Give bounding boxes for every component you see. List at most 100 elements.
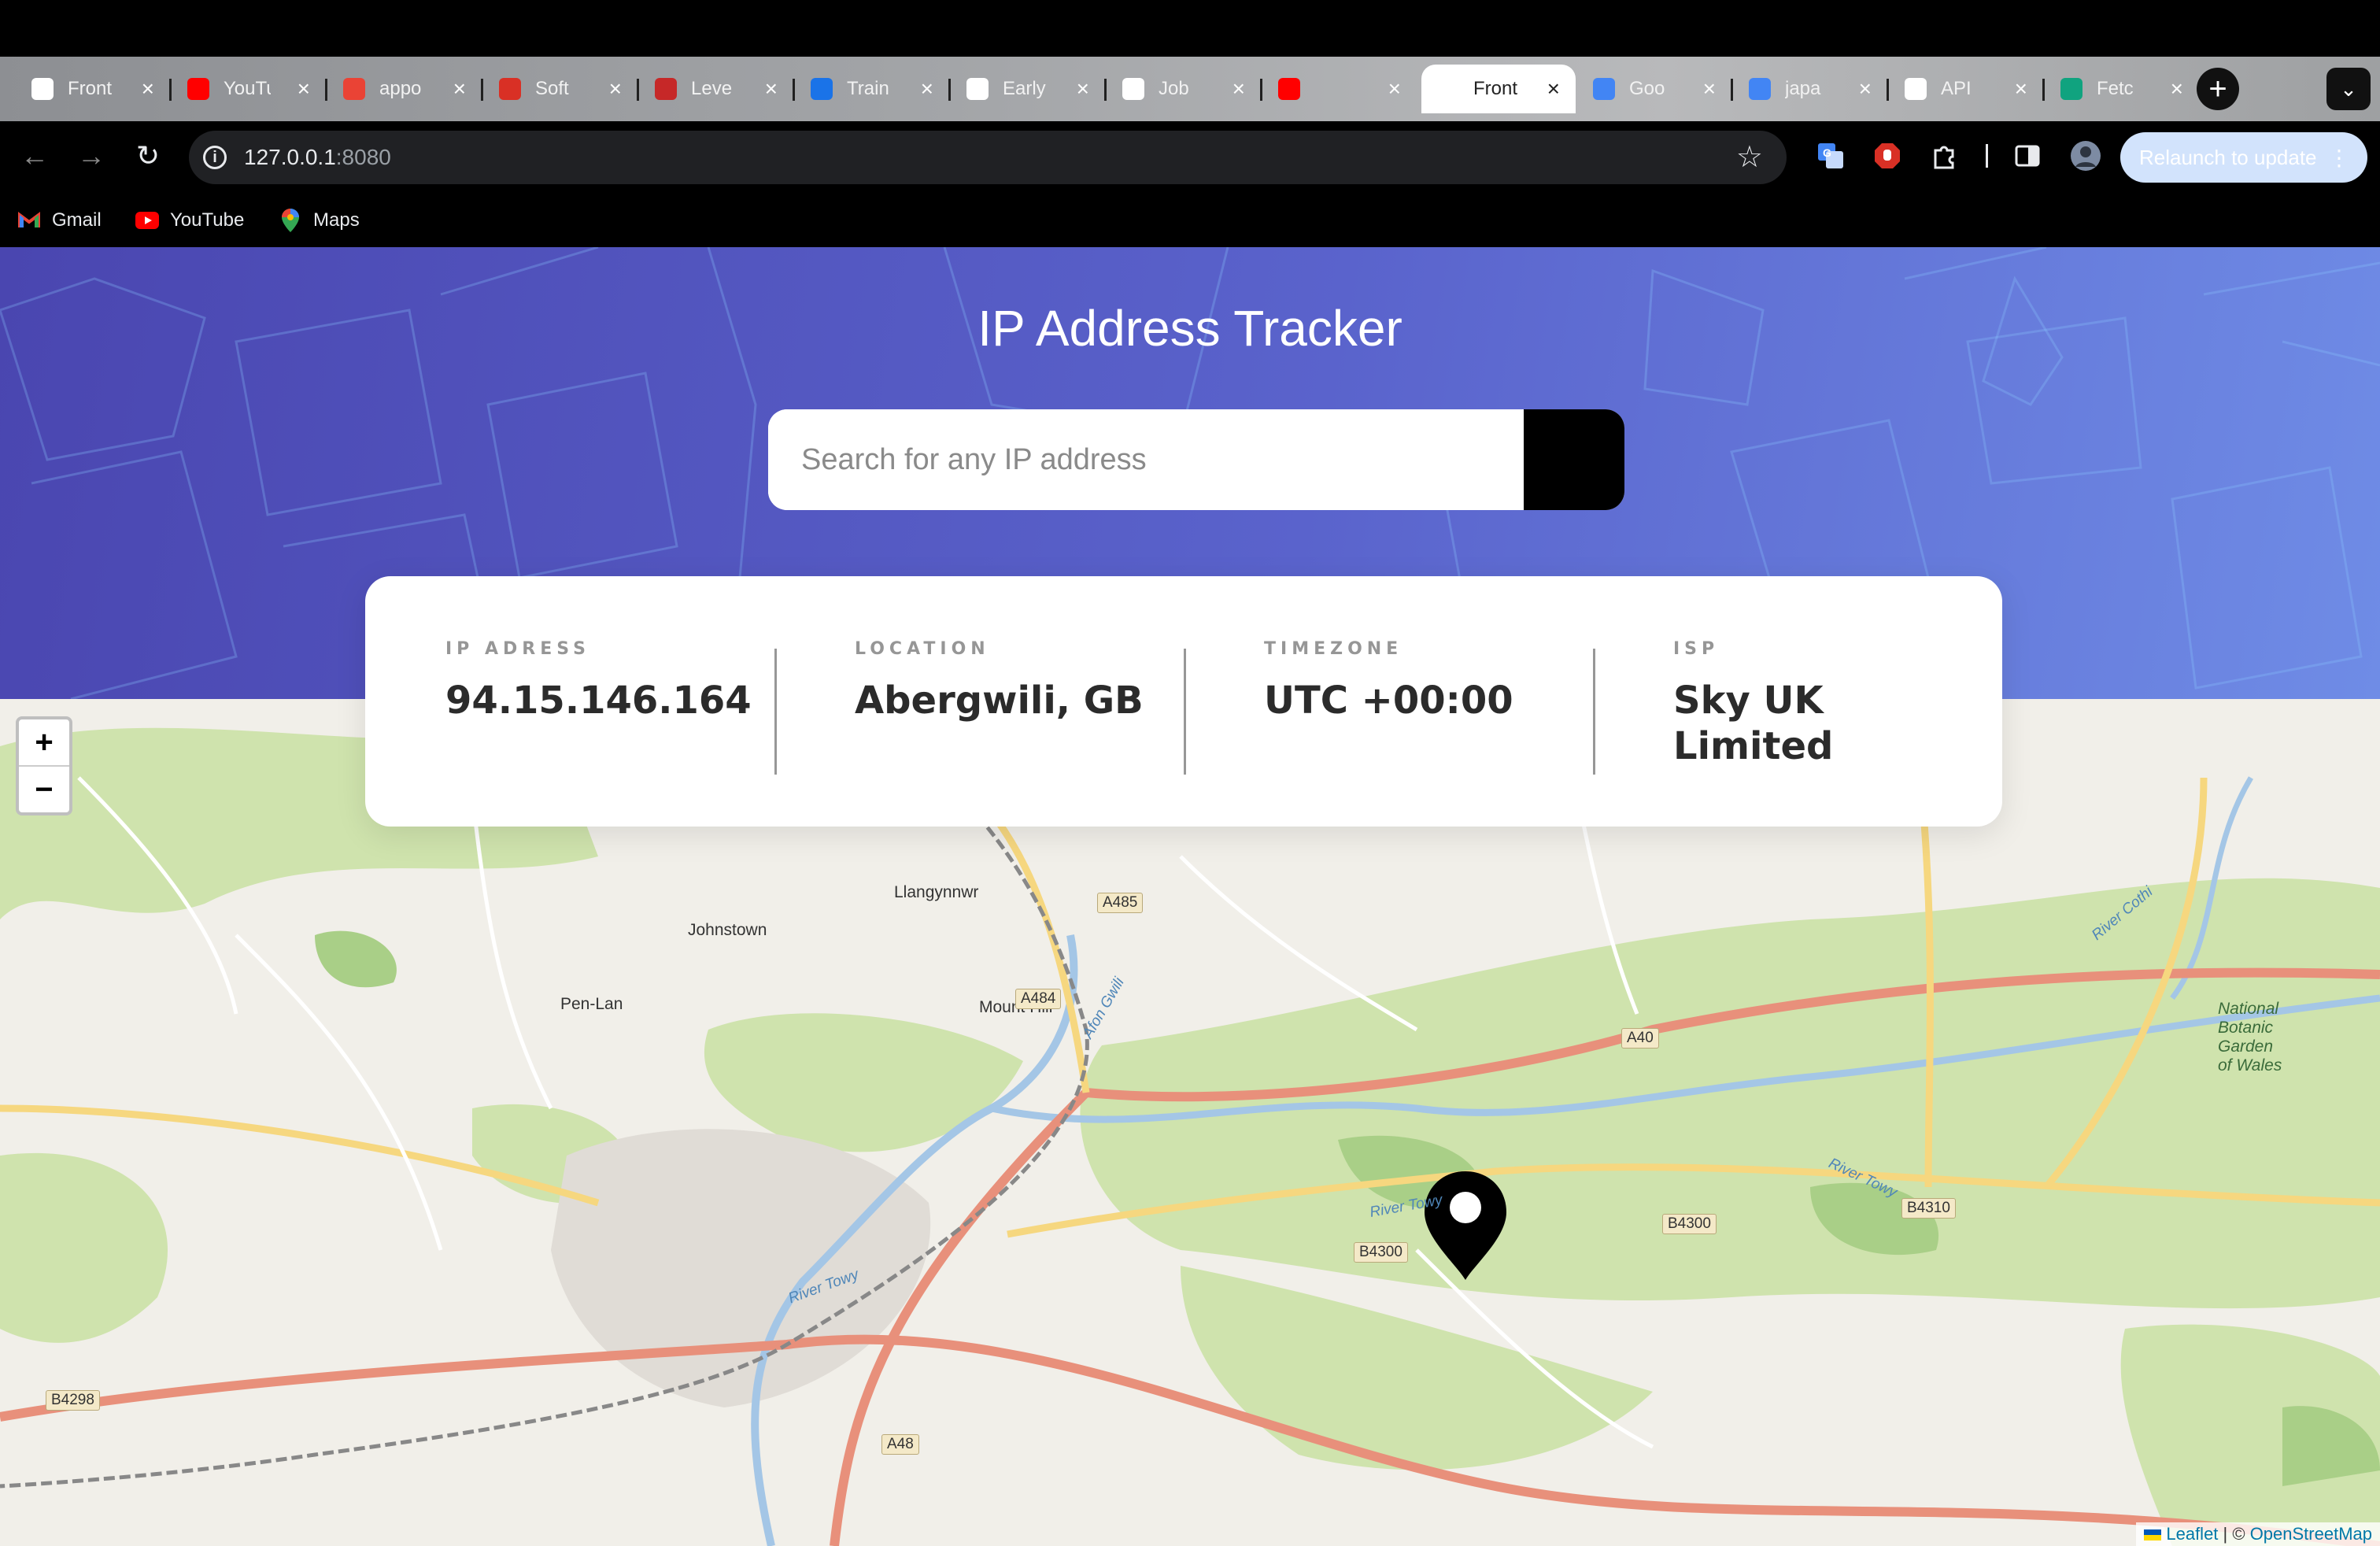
road-shield: A485 [1097, 893, 1144, 913]
tab[interactable]: Soft × [483, 65, 639, 113]
url-port: :8080 [335, 145, 391, 169]
bookmark-youtube[interactable]: YouTube [135, 206, 244, 235]
site-info-icon[interactable]: i [203, 146, 227, 169]
youtube-icon [135, 210, 159, 231]
search-submit-button[interactable] [771, 409, 1624, 510]
relaunch-label: Relaunch to update [2139, 145, 2317, 169]
ukraine-flag-icon [2144, 1529, 2162, 1541]
side-panel-icon[interactable] [2012, 140, 2043, 172]
bookmark-star-icon[interactable]: ☆ [1736, 142, 1763, 173]
stat-ip-address: IP ADRESS 94.15.146.164 [365, 576, 774, 827]
svg-text:G: G [1823, 146, 1831, 159]
back-button[interactable]: ← [17, 139, 52, 173]
plus-icon: + [2208, 71, 2227, 106]
bookmark-label: YouTube [170, 209, 245, 231]
close-tab-icon[interactable]: × [1232, 76, 1245, 102]
tab-title: API [1941, 78, 1972, 99]
tab-title: appo [379, 78, 422, 99]
stop-extension-icon[interactable] [1872, 140, 1903, 172]
close-tab-icon[interactable]: × [1077, 76, 1089, 102]
close-tab-icon[interactable]: × [2171, 76, 2183, 102]
road-shield: A484 [1015, 989, 1062, 1009]
close-tab-icon[interactable]: × [2015, 76, 2027, 102]
close-tab-icon[interactable]: × [1388, 76, 1401, 102]
road-shield: A48 [881, 1434, 919, 1455]
stat-value: Abergwili, GB [855, 679, 1144, 723]
address-bar[interactable]: i 127.0.0.1:8080 ☆ [189, 131, 1787, 184]
close-tab-icon[interactable]: × [1703, 76, 1716, 102]
road-shield: A40 [1621, 1028, 1659, 1049]
ip-search-input[interactable] [768, 409, 1524, 510]
new-tab-button[interactable]: + [2197, 68, 2239, 110]
more-menu-icon: ⋮ [2328, 145, 2350, 170]
tab-title: Front [1473, 78, 1518, 99]
stat-label: IP ADRESS [445, 639, 590, 659]
osm-link[interactable]: OpenStreetMap [2250, 1524, 2372, 1544]
close-tab-icon[interactable]: × [765, 76, 778, 102]
maps-pin-icon [279, 209, 302, 232]
chevron-right-icon [771, 410, 788, 437]
gmail-icon [343, 78, 365, 100]
toolbar-divider [1971, 140, 2002, 172]
close-tab-icon[interactable]: × [1547, 76, 1560, 102]
close-tab-icon[interactable]: × [921, 76, 933, 102]
tab[interactable]: API × [1889, 65, 2045, 113]
tab[interactable]: Front × [1421, 65, 1576, 113]
chevron-down-icon: ⌄ [2340, 76, 2357, 101]
tab[interactable]: Early × [951, 65, 1107, 113]
tab-title: japa [1785, 78, 1821, 99]
tab[interactable]: japa × [1733, 65, 1889, 113]
tab-search-button[interactable]: ⌄ [2326, 68, 2371, 110]
stat-label: LOCATION [855, 639, 990, 659]
bookmark-maps[interactable]: Maps [279, 206, 360, 235]
stat-value: 94.15.146.164 [445, 679, 752, 723]
tab[interactable]: Job × [1107, 65, 1262, 113]
levels-icon [655, 78, 677, 100]
map-place-label: Llangynnwr [894, 883, 979, 901]
relaunch-button[interactable]: Relaunch to update ⋮ [2120, 132, 2367, 183]
google-icon [1749, 78, 1771, 100]
road-shield: B4300 [1354, 1242, 1408, 1263]
extensions-puzzle-icon[interactable] [1928, 140, 1960, 172]
bookmark-gmail[interactable]: Gmail [17, 206, 102, 235]
tab[interactable]: × [1262, 65, 1417, 113]
google-translate-extension-icon[interactable]: G [1815, 140, 1846, 172]
stat-label: TIMEZONE [1264, 639, 1403, 659]
tab[interactable]: Fetc × [2045, 65, 2199, 113]
tab-title: Soft [535, 78, 569, 99]
zoom-in-button[interactable]: + [19, 719, 69, 765]
tab[interactable]: Front × [16, 65, 172, 113]
close-tab-icon[interactable]: × [298, 76, 310, 102]
frontend-mentor-icon [1437, 78, 1459, 100]
bookmark-label: Maps [313, 209, 360, 231]
page: IP Address Tracker Search for any IP add… [0, 247, 2380, 1546]
reload-button[interactable]: ↻ [131, 139, 165, 173]
frontend-mentor-icon [31, 78, 54, 100]
close-tab-icon[interactable]: × [609, 76, 622, 102]
tab[interactable]: Goo × [1577, 65, 1733, 113]
reload-icon: ↻ [135, 139, 161, 172]
tab[interactable]: Train × [795, 65, 951, 113]
tab-title: Early [1003, 78, 1046, 99]
tab[interactable]: Leve × [639, 65, 795, 113]
stat-isp: ISP Sky UK Limited [1593, 576, 2002, 827]
tab[interactable]: YouTu × [172, 65, 327, 113]
close-tab-icon[interactable]: × [1859, 76, 1872, 102]
globe-icon [811, 78, 833, 100]
tab-title: Goo [1629, 78, 1665, 99]
stat-label: ISP [1673, 639, 1720, 659]
road-shield: B4310 [1901, 1198, 1956, 1219]
forward-button[interactable]: → [74, 139, 109, 173]
close-tab-icon[interactable]: × [142, 76, 154, 102]
tab-title: Train [847, 78, 889, 99]
zoom-out-button[interactable]: − [19, 765, 69, 812]
stat-timezone: TIMEZONE UTC +00:00 [1184, 576, 1593, 827]
attribution-separator: | © [2218, 1524, 2250, 1544]
zoom-control: + − [16, 716, 72, 816]
tab-title: Front [68, 78, 113, 99]
profile-avatar[interactable] [2070, 140, 2101, 172]
tab[interactable]: appo × [327, 65, 483, 113]
road-shield: B4300 [1662, 1214, 1717, 1234]
leaflet-link[interactable]: Leaflet [2166, 1524, 2218, 1544]
close-tab-icon[interactable]: × [453, 76, 466, 102]
